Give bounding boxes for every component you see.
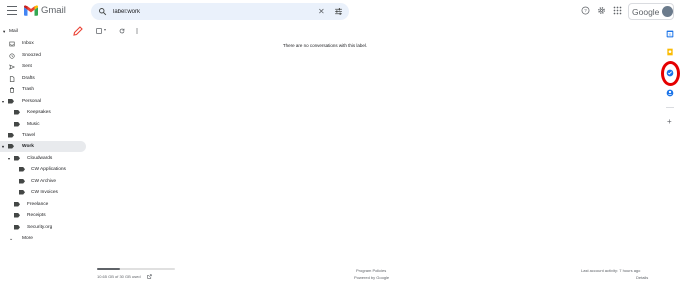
sidebar-item-label: Freelance bbox=[27, 202, 49, 207]
help-icon[interactable]: ? bbox=[581, 6, 590, 15]
sidebar-item-label: CW Applications bbox=[31, 167, 66, 172]
clear-search-icon[interactable]: ✕ bbox=[318, 7, 325, 16]
chevron-down-icon: ▾ bbox=[2, 144, 5, 149]
contacts-icon[interactable] bbox=[666, 89, 674, 97]
label-tag-icon bbox=[19, 179, 25, 184]
sidebar-item-drafts[interactable]: Drafts bbox=[0, 73, 86, 84]
sidebar-item-label: Keepsakes bbox=[27, 110, 51, 115]
refresh-icon[interactable] bbox=[119, 28, 125, 34]
storage-fill bbox=[97, 268, 121, 270]
label-tag-icon bbox=[8, 99, 14, 104]
empty-state-message: There are no conversations with this lab… bbox=[282, 43, 368, 48]
label-tag-icon bbox=[19, 167, 25, 172]
label-tag-icon bbox=[14, 156, 20, 161]
avatar[interactable] bbox=[662, 6, 673, 17]
keep-icon[interactable] bbox=[666, 48, 674, 56]
chevron-down-icon: ▾ bbox=[2, 99, 5, 104]
add-addon-icon[interactable]: + bbox=[667, 118, 672, 126]
label-tag-icon bbox=[14, 225, 20, 230]
sidebar-item-travel[interactable]: Travel bbox=[0, 130, 86, 141]
sidebar-item-music[interactable]: Music bbox=[0, 119, 86, 130]
label-tag-icon bbox=[8, 144, 14, 149]
sidebar-item-label: Drafts bbox=[22, 76, 35, 81]
search-input[interactable] bbox=[113, 5, 303, 18]
sidebar-item-label: Trash bbox=[22, 87, 35, 92]
trash-icon bbox=[10, 87, 14, 93]
mail-section-label: Mail bbox=[9, 29, 18, 34]
chevron-down-icon: ▾ bbox=[3, 29, 6, 34]
main-menu-button[interactable] bbox=[7, 6, 17, 16]
sidebar-item-label: More bbox=[22, 236, 33, 241]
storage-bar bbox=[97, 268, 175, 270]
sidebar-item-label: Receipts bbox=[27, 213, 46, 218]
label-tag-icon bbox=[8, 133, 14, 138]
apps-grid-icon[interactable] bbox=[613, 6, 622, 15]
google-account-button[interactable]: Google bbox=[628, 3, 674, 20]
more-vertical-icon[interactable] bbox=[134, 28, 140, 34]
label-tag-icon bbox=[14, 122, 20, 127]
last-activity-text: Last account activity: 7 hours ago bbox=[581, 268, 641, 273]
send-icon bbox=[9, 64, 15, 70]
search-icon[interactable] bbox=[98, 7, 107, 16]
powered-by-text: Powered by Google bbox=[354, 275, 390, 280]
details-link[interactable]: Details bbox=[636, 275, 648, 280]
sidebar-item-personal[interactable]: ▾ Personal bbox=[0, 96, 86, 107]
sidebar-item-cw-invoices[interactable]: CW Invoices bbox=[0, 187, 86, 198]
label-tag-icon bbox=[14, 213, 20, 218]
sidebar-item-cw-archive[interactable]: CW Archive bbox=[0, 176, 86, 187]
caret-down-icon[interactable]: ▾ bbox=[104, 27, 106, 32]
sidebar-item-freelance[interactable]: Freelance bbox=[0, 199, 86, 210]
label-tag-icon bbox=[19, 190, 25, 195]
label-tag-icon bbox=[14, 202, 20, 207]
chevron-down-icon: ▾ bbox=[8, 156, 11, 161]
sidebar-item-label: CW Invoices bbox=[31, 190, 58, 195]
sidebar-item-label: Travel bbox=[22, 133, 36, 138]
gmail-m-icon bbox=[24, 5, 38, 16]
sidebar-item-label: CW Archive bbox=[31, 179, 57, 184]
program-policies-link[interactable]: Program Policies bbox=[356, 268, 386, 273]
sidebar-item-label: Music bbox=[27, 122, 40, 127]
storage-usage: 10.65 GB of 30 GB used bbox=[97, 274, 141, 279]
sidebar-item-work[interactable]: ▾ Work bbox=[0, 141, 86, 152]
draft-file-icon bbox=[9, 76, 15, 82]
sidebar-item-label: Snoozed bbox=[22, 53, 41, 58]
calendar-icon[interactable]: 31 bbox=[666, 30, 674, 38]
highlight-circle bbox=[661, 61, 680, 86]
clock-icon bbox=[9, 53, 15, 59]
svg-text:?: ? bbox=[584, 8, 587, 13]
gmail-logo[interactable]: Gmail bbox=[24, 5, 66, 16]
sidebar-item-trash[interactable]: Trash bbox=[0, 84, 86, 95]
sidebar-item-security-org[interactable]: Security.org bbox=[0, 222, 86, 233]
sidebar-item-more[interactable]: ⌄ More bbox=[0, 233, 86, 244]
app-name: Gmail bbox=[41, 5, 66, 16]
svg-text:31: 31 bbox=[668, 33, 672, 37]
sidebar-item-cloudwards[interactable]: ▾ Cloudwards bbox=[0, 153, 86, 164]
sidebar-item-snoozed[interactable]: Snoozed bbox=[0, 50, 86, 61]
side-panel-divider bbox=[666, 107, 674, 108]
search-options-icon[interactable] bbox=[334, 7, 343, 16]
sidebar-item-sent[interactable]: Sent bbox=[0, 61, 86, 72]
mail-section-toggle[interactable]: ▾ Mail bbox=[0, 26, 86, 37]
top-bar: Gmail ✕ ? Google bbox=[0, 0, 680, 24]
select-all-checkbox[interactable] bbox=[96, 28, 102, 34]
sidebar-item-label: Sent bbox=[22, 64, 32, 69]
settings-gear-icon[interactable] bbox=[597, 6, 606, 15]
chevron-down-icon: ⌄ bbox=[9, 236, 14, 242]
sidebar-item-receipts[interactable]: Receipts bbox=[0, 210, 86, 221]
label-tag-icon bbox=[14, 110, 20, 115]
open-external-icon[interactable] bbox=[147, 274, 152, 279]
google-wordmark: Google bbox=[632, 7, 660, 17]
search-bar[interactable]: ✕ bbox=[91, 3, 349, 20]
sidebar-item-label: Cloudwards bbox=[27, 156, 53, 161]
sidebar-item-keepsakes[interactable]: Keepsakes bbox=[0, 107, 86, 118]
sidebar-item-label: Security.org bbox=[27, 225, 53, 230]
sidebar-item-cw-applications[interactable]: CW Applications bbox=[0, 164, 86, 175]
sidebar-item-label: Personal bbox=[22, 99, 41, 104]
sidebar-item-label: Work bbox=[22, 144, 34, 149]
